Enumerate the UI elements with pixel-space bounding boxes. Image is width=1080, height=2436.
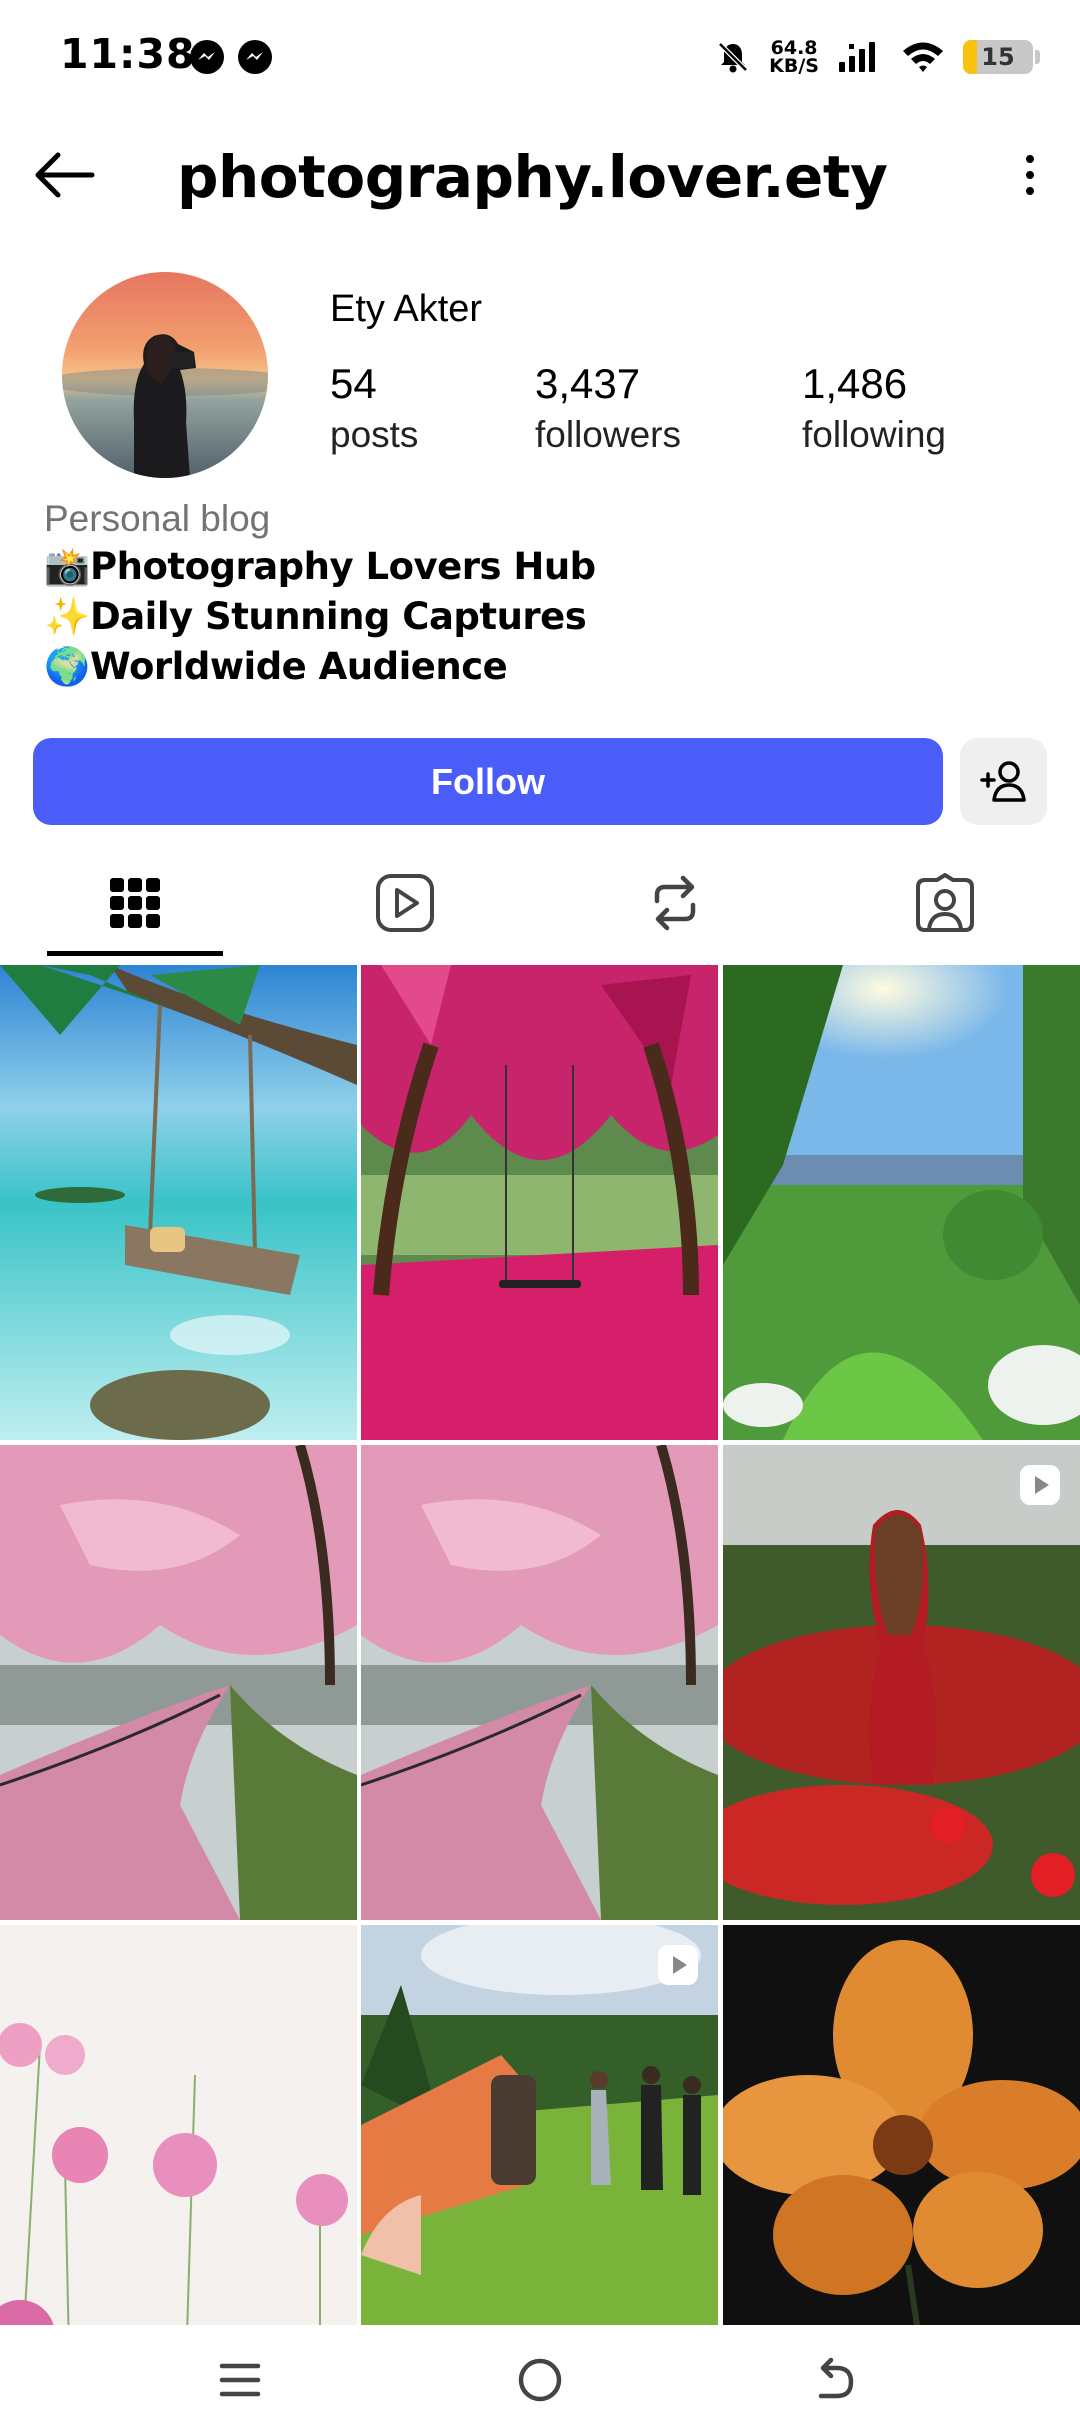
tab-posts[interactable] bbox=[0, 845, 270, 960]
bio-line: 📸Photography Lovers Hub bbox=[44, 545, 596, 588]
active-tab-indicator bbox=[47, 951, 223, 956]
home-circle-icon bbox=[518, 2358, 562, 2402]
home-button[interactable] bbox=[505, 2350, 575, 2410]
profile-category: Personal blog bbox=[44, 498, 271, 539]
bell-muted-icon bbox=[718, 42, 748, 73]
profile-header: photography.lover.ety bbox=[0, 115, 1080, 235]
battery-level-fill bbox=[963, 40, 977, 74]
messenger-icon bbox=[238, 40, 272, 74]
recent-apps-button[interactable] bbox=[205, 2350, 275, 2410]
status-time: 11:38 bbox=[60, 30, 196, 78]
grid-post[interactable] bbox=[361, 1925, 718, 2325]
reel-badge-icon bbox=[658, 1945, 698, 1985]
grid-icon bbox=[110, 877, 160, 928]
wifi-icon bbox=[903, 42, 943, 72]
arrow-left-icon bbox=[35, 152, 95, 198]
network-speed: 64.8 KB/S bbox=[769, 37, 819, 77]
status-bar: 11:38 64.8 KB/S 15 bbox=[0, 0, 1080, 115]
add-person-icon bbox=[979, 760, 1026, 802]
tab-reposts[interactable] bbox=[540, 845, 810, 960]
reels-icon bbox=[376, 873, 434, 932]
avatar[interactable] bbox=[62, 272, 268, 478]
signal-icon bbox=[839, 42, 875, 72]
tagged-icon bbox=[916, 872, 974, 932]
bio-line: 🌍Worldwide Audience bbox=[44, 645, 508, 688]
globe-emoji: 🌍 bbox=[44, 645, 90, 688]
follow-button[interactable]: Follow bbox=[33, 738, 943, 825]
back-button[interactable] bbox=[30, 145, 100, 205]
grid-post[interactable] bbox=[0, 965, 357, 1440]
profile-display-name: Ety Akter bbox=[330, 288, 483, 330]
tab-reels[interactable] bbox=[270, 845, 540, 960]
grid-post[interactable] bbox=[723, 1445, 1080, 1920]
menu-icon bbox=[219, 2363, 261, 2397]
messenger-icon bbox=[190, 40, 224, 74]
reel-badge-icon bbox=[1020, 1465, 1060, 1505]
more-vertical-icon bbox=[1026, 155, 1034, 163]
profile-username: photography.lover.ety bbox=[177, 143, 888, 211]
profile-tabs bbox=[0, 845, 1080, 960]
grid-post[interactable] bbox=[723, 965, 1080, 1440]
back-nav-icon bbox=[818, 2357, 854, 2399]
system-navbar bbox=[0, 2325, 1080, 2436]
grid-post[interactable] bbox=[0, 1445, 357, 1920]
repost-icon bbox=[654, 875, 696, 930]
sparkles-emoji: ✨ bbox=[44, 595, 90, 638]
camera-emoji: 📸 bbox=[44, 545, 90, 588]
following-count[interactable]: 1,486 following bbox=[802, 358, 946, 460]
back-nav-button[interactable] bbox=[800, 2350, 870, 2410]
more-options-button[interactable] bbox=[1000, 145, 1060, 205]
tab-tagged[interactable] bbox=[810, 845, 1080, 960]
grid-post[interactable] bbox=[0, 1925, 357, 2325]
bio-line: ✨Daily Stunning Captures bbox=[44, 595, 587, 638]
suggest-people-button[interactable] bbox=[960, 738, 1047, 825]
grid-post[interactable] bbox=[361, 1445, 718, 1920]
grid-post[interactable] bbox=[723, 1925, 1080, 2325]
battery-indicator: 15 bbox=[963, 40, 1033, 74]
grid-post[interactable] bbox=[361, 965, 718, 1440]
posts-grid bbox=[0, 965, 1080, 2325]
posts-count[interactable]: 54 posts bbox=[330, 358, 418, 460]
followers-count[interactable]: 3,437 followers bbox=[535, 358, 681, 460]
